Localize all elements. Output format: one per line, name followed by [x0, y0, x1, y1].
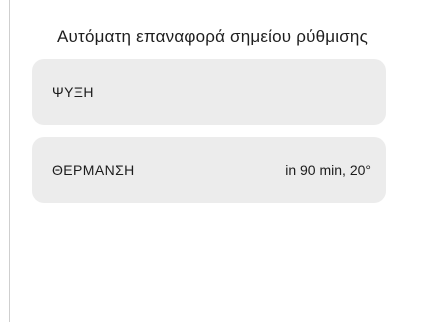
heating-value: in 90 min, 20° — [285, 162, 371, 178]
cooling-option[interactable]: ΨΥΞΗ — [32, 59, 386, 125]
left-divider — [9, 0, 10, 322]
heating-label: ΘΕΡΜΑΝΣΗ — [52, 162, 135, 178]
cooling-label: ΨΥΞΗ — [52, 84, 94, 100]
heating-option[interactable]: ΘΕΡΜΑΝΣΗ in 90 min, 20° — [32, 137, 386, 203]
page-title: Αυτόματη επαναφορά σημείου ρύθμισης — [57, 27, 368, 46]
setpoint-auto-reset-screen: Αυτόματη επαναφορά σημείου ρύθμισης ΨΥΞΗ… — [0, 0, 425, 322]
